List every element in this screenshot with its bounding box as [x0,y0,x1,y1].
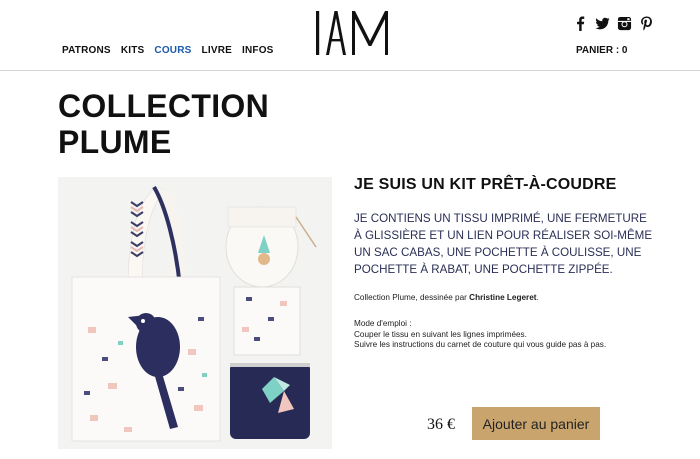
nav-item-livre[interactable]: LIVRE [202,45,232,56]
designer-name: Christine Legeret [469,293,537,302]
add-to-cart-button[interactable]: Ajouter au panier [472,407,600,440]
credit-prefix: Collection Plume, dessinée par [354,293,467,302]
nav-item-patrons[interactable]: PATRONS [62,45,111,56]
product-image [58,177,332,449]
usage-instructions: Mode d'emploi : Couper le tissu en suiva… [354,319,606,351]
site-header: PATRONS KITS COURS LIVRE INFOS PANIER: … [0,0,700,71]
credit-suffix: . [536,293,539,302]
product-credit: Collection Plume, dessinée par Christine… [354,293,539,302]
instructions-line-1: Couper le tissu en suivant les lignes im… [354,329,527,339]
social-links [573,16,654,31]
page-title: COLLECTION PLUME [58,88,318,160]
instagram-icon[interactable] [617,16,632,31]
instructions-title: Mode d'emploi : [354,319,412,328]
site-logo[interactable] [314,9,396,57]
main-nav: PATRONS KITS COURS LIVRE INFOS [62,45,284,56]
nav-item-kits[interactable]: KITS [121,45,145,56]
pinterest-icon[interactable] [639,16,654,31]
product-heading: JE SUIS UN KIT PRÊT-À-COUDRE [354,176,617,193]
facebook-icon[interactable] [573,16,588,31]
product-description: JE CONTIENS UN TISSU IMPRIMÉ, UNE FERMET… [354,212,653,276]
product-price: 36 € [427,416,455,433]
instructions-line-2: Suivre les instructions du carnet de cou… [354,340,607,349]
page-title-line1: COLLECTION [58,88,269,124]
page-title-line2: PLUME [58,124,172,160]
nav-item-cours[interactable]: COURS [154,45,191,56]
twitter-icon[interactable] [595,16,610,31]
nav-item-infos[interactable]: INFOS [242,45,274,56]
cart-link[interactable]: PANIER : 0 [576,45,628,56]
